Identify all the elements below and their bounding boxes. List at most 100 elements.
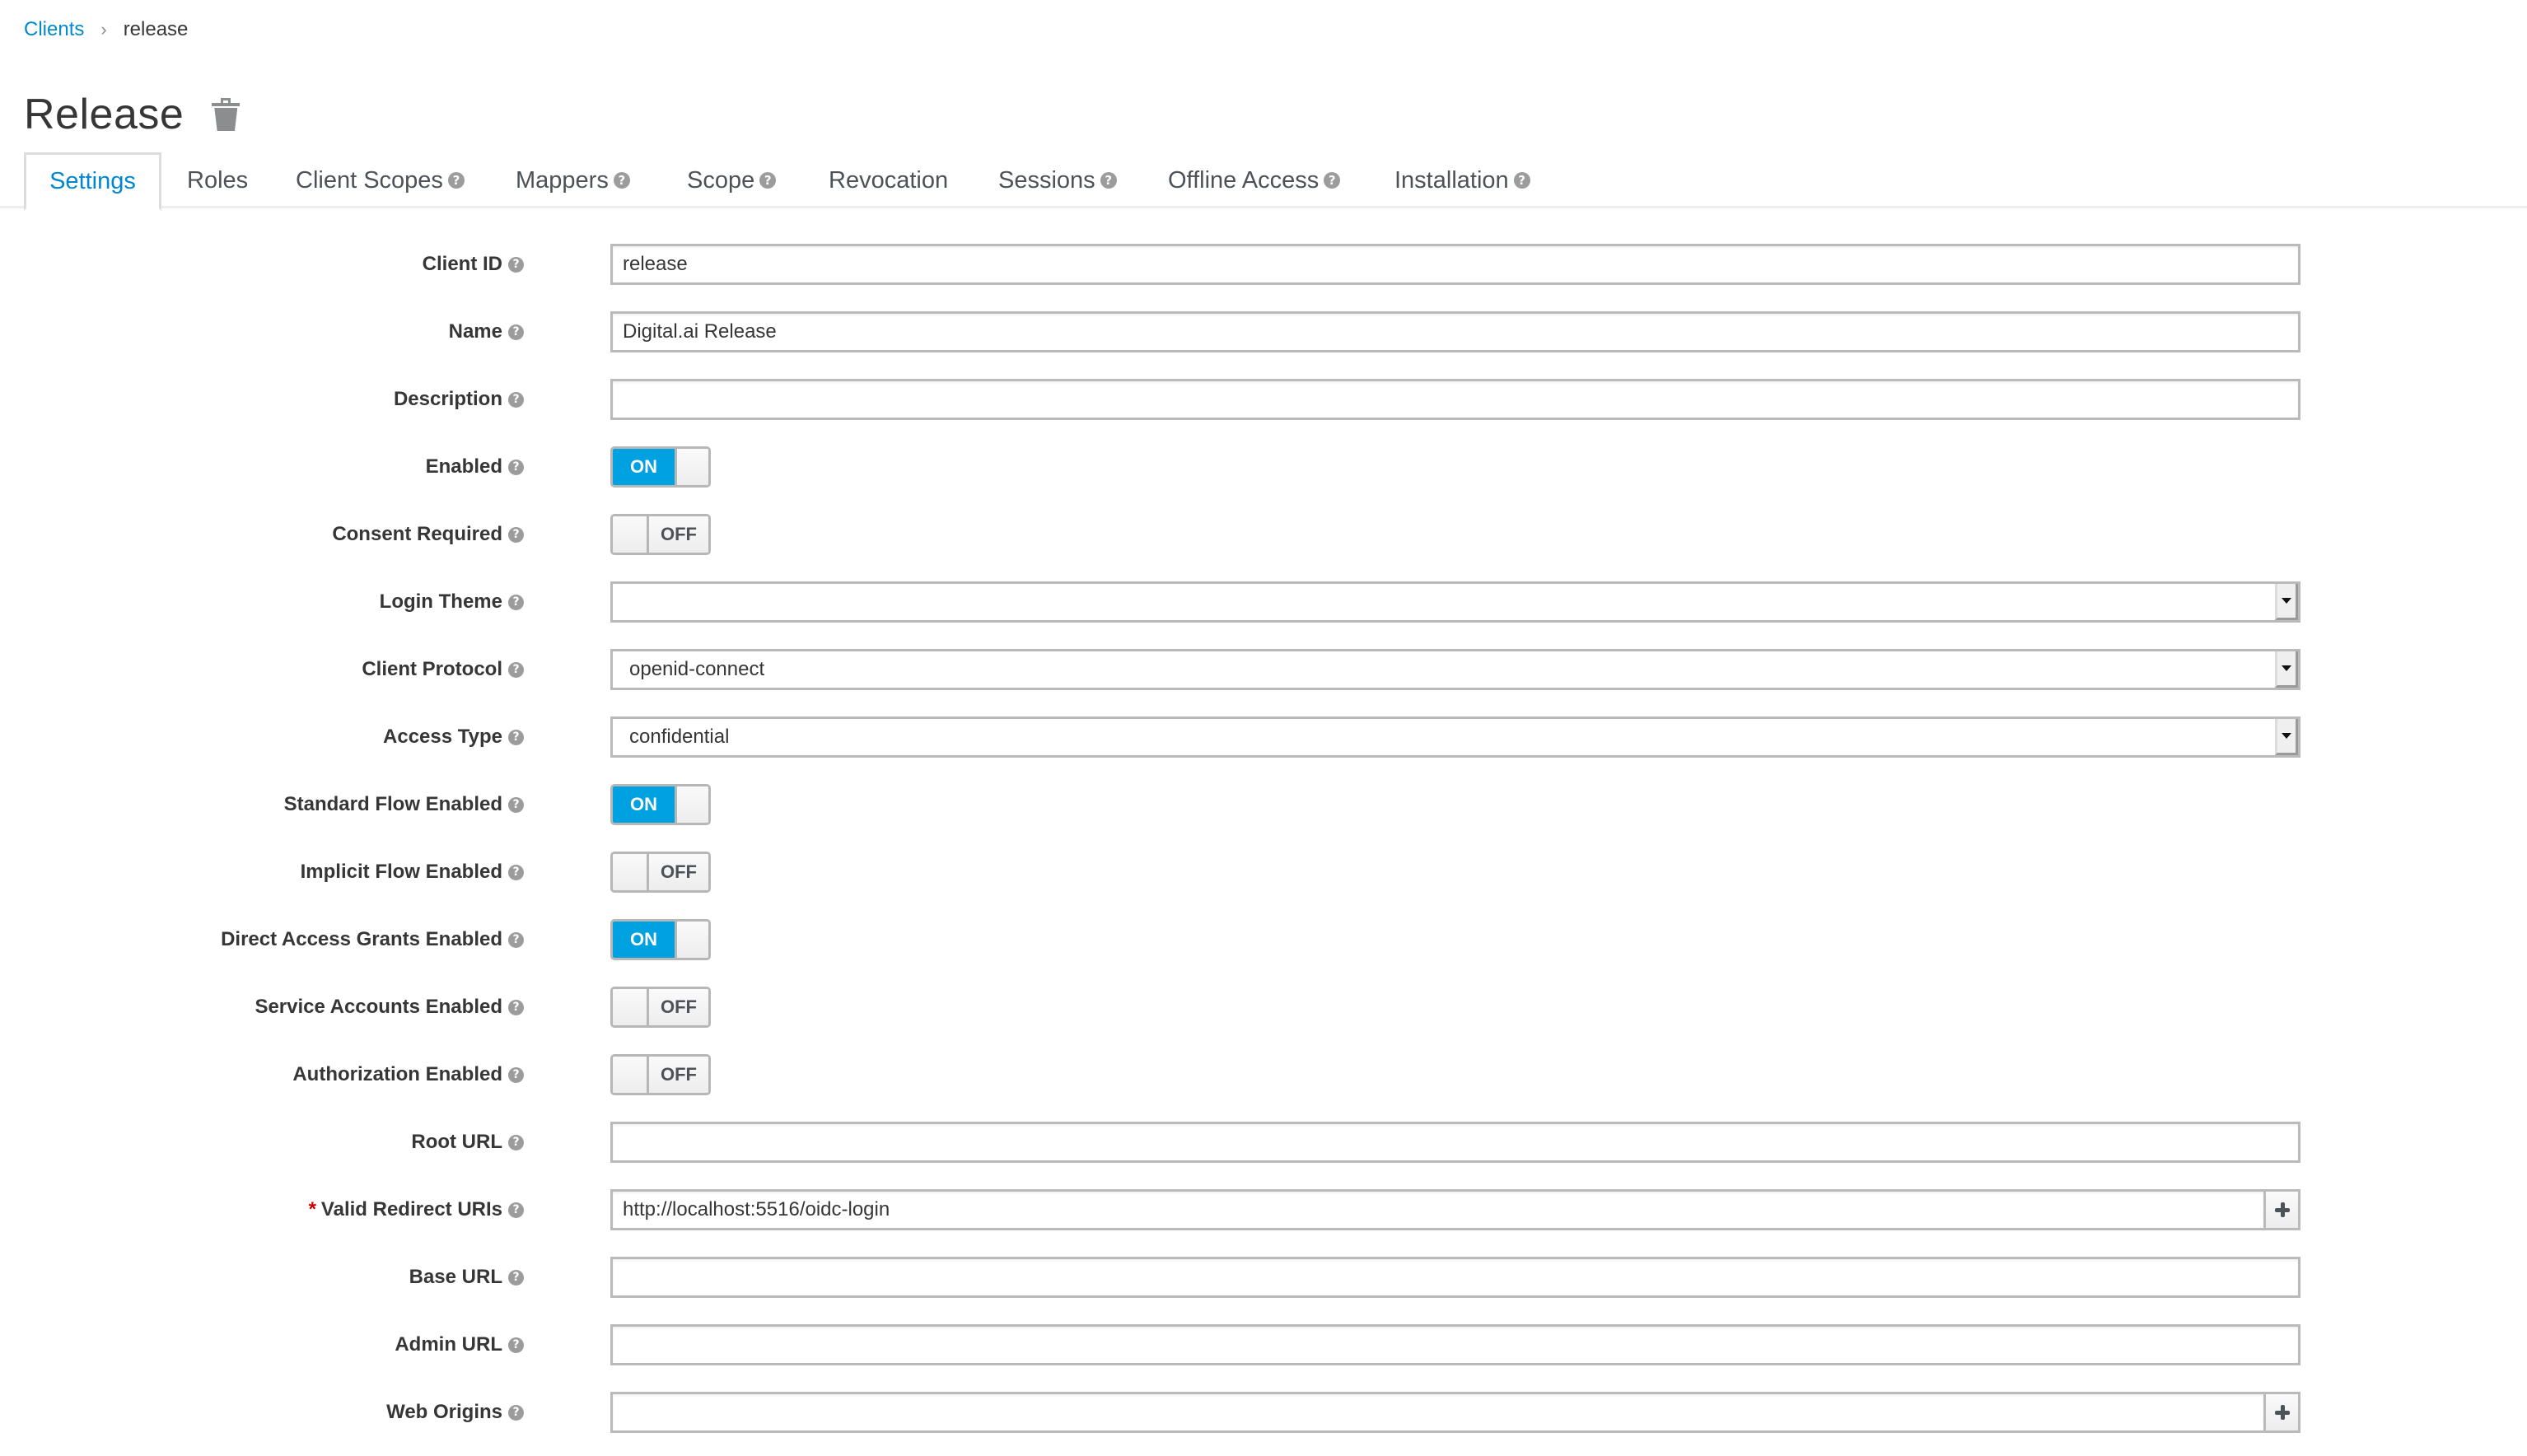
label-text: Admin URL [395, 1333, 502, 1356]
select-value: confidential [629, 726, 730, 748]
page-header: Release [24, 86, 241, 143]
help-icon[interactable]: ? [508, 729, 524, 745]
label-text: Name [448, 320, 502, 343]
client-id-label: Client ID ? [423, 244, 524, 285]
add-web-origin-button[interactable] [2263, 1392, 2300, 1433]
login-theme-select[interactable] [610, 581, 2300, 623]
toggle-state: OFF [649, 1057, 708, 1093]
description-input[interactable] [610, 379, 2300, 420]
access-type-select[interactable]: confidential [610, 716, 2300, 758]
tab-bar: Settings Roles Client Scopes ? Mappers ?… [0, 152, 2527, 211]
consent-required-toggle[interactable]: OFF [610, 514, 711, 555]
tab-mappers[interactable]: Mappers ? [516, 152, 630, 208]
login-theme-label: Login Theme ? [380, 581, 524, 623]
help-icon[interactable]: ? [508, 796, 524, 813]
help-icon[interactable]: ? [447, 172, 465, 189]
description-label: Description ? [394, 379, 524, 420]
help-icon[interactable]: ? [508, 1404, 524, 1421]
help-icon[interactable]: ? [508, 864, 524, 880]
access-type-label: Access Type ? [383, 716, 524, 758]
authorization-toggle[interactable]: OFF [610, 1054, 711, 1095]
toggle-knob [613, 854, 649, 890]
help-icon[interactable]: ? [508, 1134, 524, 1150]
breadcrumb-separator-icon: › [100, 19, 107, 40]
tab-sessions[interactable]: Sessions ? [998, 152, 1117, 208]
toggle-knob [613, 1057, 649, 1093]
chevron-down-icon[interactable] [2275, 651, 2298, 688]
help-icon[interactable]: ? [508, 661, 524, 678]
tab-installation[interactable]: Installation ? [1394, 152, 1530, 208]
page-title: Release [24, 91, 185, 138]
help-icon[interactable]: ? [759, 172, 777, 189]
plus-icon [2274, 1202, 2290, 1217]
base-url-input[interactable] [610, 1257, 2300, 1298]
name-label: Name ? [449, 311, 524, 352]
redirect-uris-label: * Valid Redirect URIs ? [309, 1189, 524, 1230]
client-id-input[interactable]: release [610, 244, 2300, 285]
implicit-flow-label: Implicit Flow Enabled ? [301, 852, 524, 893]
toggle-knob [613, 516, 649, 553]
trash-icon[interactable] [212, 98, 241, 131]
label-text: Description [393, 388, 502, 410]
help-icon[interactable]: ? [508, 1202, 524, 1218]
help-icon[interactable]: ? [508, 931, 524, 948]
consent-required-label: Consent Required ? [332, 514, 524, 555]
tab-label: Mappers [516, 166, 609, 194]
label-text: Direct Access Grants Enabled [221, 928, 502, 950]
input-value: http://localhost:5516/oidc-login [623, 1198, 890, 1220]
select-value: openid-connect [629, 658, 765, 680]
tab-scope[interactable]: Scope ? [687, 152, 777, 208]
standard-flow-toggle[interactable]: ON [610, 784, 711, 825]
toggle-knob [675, 786, 708, 823]
base-url-label: Base URL ? [409, 1257, 524, 1298]
label-text: Service Accounts Enabled [255, 996, 502, 1018]
help-icon[interactable]: ? [508, 594, 524, 610]
help-icon[interactable]: ? [508, 391, 524, 408]
label-text: Root URL [411, 1131, 502, 1153]
label-text: Client Protocol [362, 658, 502, 680]
label-text: Login Theme [379, 590, 502, 613]
toggle-knob [613, 989, 649, 1025]
tab-label: Installation [1394, 166, 1509, 194]
name-input[interactable]: Digital.ai Release [610, 311, 2300, 352]
direct-access-grants-toggle[interactable]: ON [610, 919, 711, 960]
chevron-down-icon[interactable] [2275, 719, 2298, 755]
tab-offline-access[interactable]: Offline Access ? [1168, 152, 1341, 208]
label-text: Consent Required [332, 523, 502, 545]
root-url-input[interactable] [610, 1122, 2300, 1163]
help-icon[interactable]: ? [1513, 172, 1530, 189]
breadcrumb-clients-link[interactable]: Clients [24, 18, 84, 41]
web-origins-label: Web Origins ? [386, 1392, 524, 1433]
toggle-state: ON [613, 449, 675, 485]
help-icon[interactable]: ? [1324, 172, 1341, 189]
tab-roles[interactable]: Roles [187, 152, 248, 208]
help-icon[interactable]: ? [508, 1269, 524, 1286]
help-icon[interactable]: ? [508, 324, 524, 340]
chevron-down-icon[interactable] [2275, 584, 2298, 620]
admin-url-input[interactable] [610, 1324, 2300, 1365]
help-icon[interactable]: ? [508, 1066, 524, 1083]
help-icon[interactable]: ? [508, 1337, 524, 1353]
help-icon[interactable]: ? [508, 999, 524, 1015]
help-icon[interactable]: ? [508, 459, 524, 475]
root-url-label: Root URL ? [411, 1122, 524, 1163]
help-icon[interactable]: ? [613, 172, 630, 189]
client-protocol-select[interactable]: openid-connect [610, 649, 2300, 690]
label-text: Access Type [383, 726, 502, 748]
tab-label: Sessions [998, 166, 1095, 194]
input-value: release [623, 253, 688, 275]
help-icon[interactable]: ? [1100, 172, 1117, 189]
label-text: Base URL [409, 1266, 502, 1288]
help-icon[interactable]: ? [508, 526, 524, 543]
redirect-uris-input[interactable]: http://localhost:5516/oidc-login [610, 1189, 2263, 1230]
enabled-toggle[interactable]: ON [610, 446, 711, 488]
tab-settings[interactable]: Settings [24, 152, 161, 211]
web-origins-input[interactable] [610, 1392, 2263, 1433]
help-icon[interactable]: ? [508, 256, 524, 273]
tab-revocation[interactable]: Revocation [829, 152, 948, 208]
tab-client-scopes[interactable]: Client Scopes ? [296, 152, 465, 208]
implicit-flow-toggle[interactable]: OFF [610, 852, 711, 893]
service-accounts-toggle[interactable]: OFF [610, 987, 711, 1028]
tab-label: Revocation [829, 166, 949, 194]
add-redirect-uri-button[interactable] [2263, 1189, 2300, 1230]
